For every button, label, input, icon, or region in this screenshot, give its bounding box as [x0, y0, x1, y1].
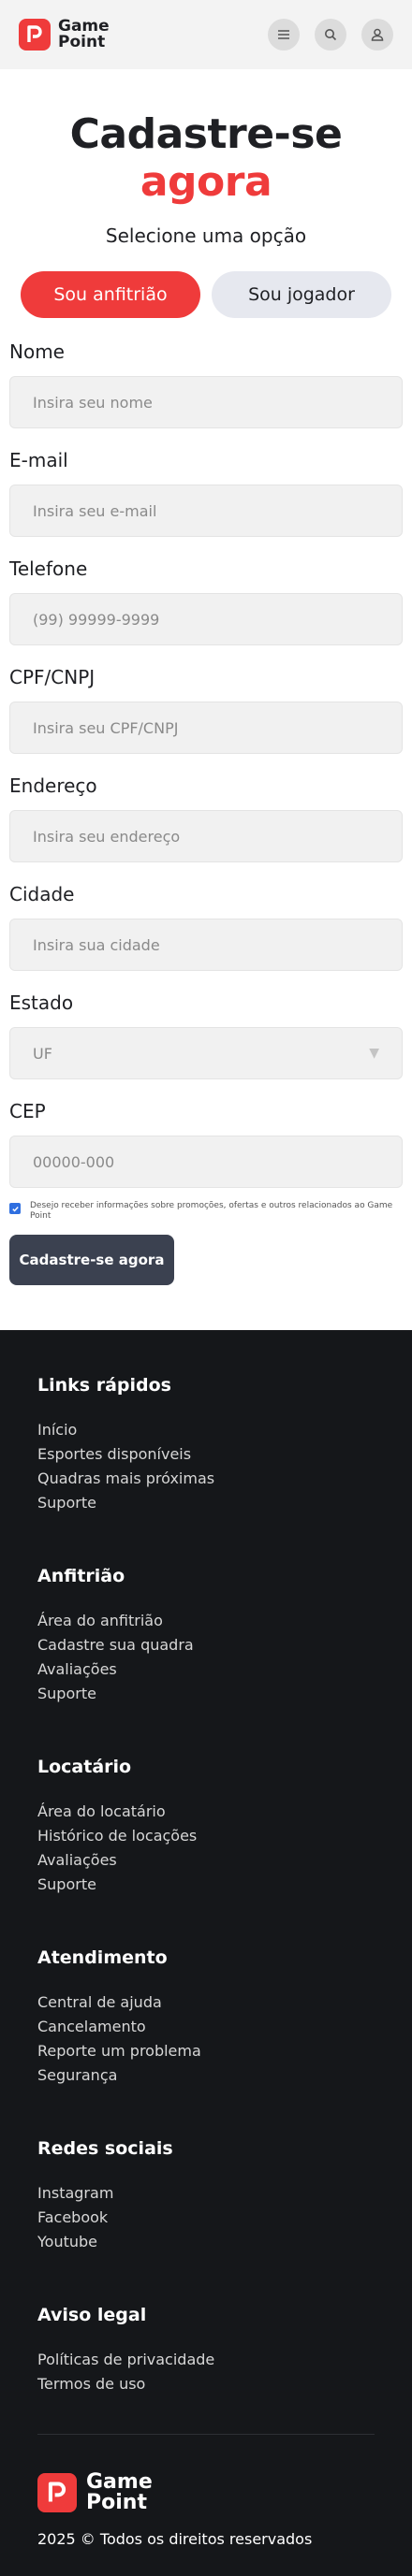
- submit-button[interactable]: Cadastre-se agora: [9, 1235, 174, 1285]
- copyright-text: 2025 © Todos os direitos reservados: [37, 2530, 313, 2548]
- phone-label: Telefone: [9, 557, 88, 580]
- footer-section-support: Atendimento Central de ajuda Cancelament…: [37, 1947, 375, 2088]
- consent-row: Desejo receber informações sobre promoçõ…: [9, 1201, 403, 1222]
- address-field[interactable]: Insira seu endereço: [9, 810, 403, 862]
- footer-section-social: Redes sociais Instagram Facebook Youtube: [37, 2138, 375, 2254]
- document-field[interactable]: Insira seu CPF/CNPJ: [9, 702, 403, 754]
- chevron-down-icon: ▼: [369, 1046, 379, 1061]
- footer-section-legal: Aviso legal Políticas de privacidade Ter…: [37, 2305, 375, 2396]
- footer-link[interactable]: Início: [37, 1418, 375, 1442]
- zip-label: CEP: [9, 1100, 46, 1122]
- footer-link[interactable]: Esportes disponíveis: [37, 1442, 375, 1467]
- footer-link[interactable]: Área do locatário: [37, 1800, 375, 1824]
- logo-wordmark: Game Point: [58, 17, 110, 51]
- state-select[interactable]: UF ▼: [9, 1027, 403, 1079]
- footer-link[interactable]: Avaliações: [37, 1848, 375, 1873]
- footer-link[interactable]: Instagram: [37, 2181, 375, 2206]
- logo-wordmark: Game Point: [86, 2470, 153, 2514]
- site-footer: Links rápidos Início Esportes disponívei…: [0, 1330, 412, 2576]
- brand-logo[interactable]: Game Point: [19, 19, 110, 51]
- footer-divider: [37, 2434, 375, 2435]
- host-option-button[interactable]: Sou anfitrião: [21, 271, 200, 318]
- header-actions: [268, 19, 393, 51]
- footer-logo[interactable]: Game Point: [37, 2472, 375, 2513]
- logo-p-icon: [19, 19, 51, 51]
- footer-link[interactable]: Reporte um problema: [37, 2039, 375, 2063]
- footer-link[interactable]: Cancelamento: [37, 2015, 375, 2039]
- footer-link[interactable]: Quadras mais próximas: [37, 1467, 375, 1491]
- footer-section-title: Aviso legal: [37, 2305, 147, 2325]
- footer-link[interactable]: Suporte: [37, 1491, 375, 1515]
- footer-link[interactable]: Avaliações: [37, 1657, 375, 1682]
- city-label: Cidade: [9, 883, 75, 905]
- email-label: E-mail: [9, 449, 68, 471]
- user-icon[interactable]: [361, 19, 393, 51]
- footer-link[interactable]: Youtube: [37, 2230, 375, 2254]
- state-select-value: UF: [33, 1044, 52, 1063]
- footer-link[interactable]: Termos de uso: [37, 2372, 375, 2396]
- document-label: CPF/CNPJ: [9, 666, 96, 688]
- footer-section-host: Anfitrião Área do anfitrião Cadastre sua…: [37, 1566, 375, 1706]
- phone-field[interactable]: (99) 99999-9999: [9, 593, 403, 645]
- footer-section-title: Locatário: [37, 1757, 132, 1777]
- city-field[interactable]: Insira sua cidade: [9, 919, 403, 971]
- footer-section-title: Anfitrião: [37, 1566, 125, 1586]
- footer-link[interactable]: Facebook: [37, 2206, 375, 2230]
- consent-checkbox[interactable]: [9, 1203, 21, 1214]
- footer-section-title: Redes sociais: [37, 2138, 173, 2159]
- footer-link[interactable]: Central de ajuda: [37, 1990, 375, 2015]
- name-field[interactable]: Insira seu nome: [9, 376, 403, 428]
- top-header: Game Point: [0, 0, 412, 69]
- footer-link[interactable]: Políticas de privacidade: [37, 2348, 375, 2372]
- consent-text: Desejo receber informações sobre promoçõ…: [30, 1201, 393, 1221]
- page-title: Cadastre-se agora: [69, 110, 343, 206]
- footer-link[interactable]: Suporte: [37, 1873, 375, 1897]
- state-label: Estado: [9, 991, 74, 1014]
- footer-link[interactable]: Suporte: [37, 1682, 375, 1706]
- name-label: Nome: [9, 340, 65, 363]
- footer-section-renter: Locatário Área do locatário Histórico de…: [37, 1757, 375, 1897]
- role-toggle: Sou anfitrião Sou jogador: [0, 271, 412, 318]
- menu-icon[interactable]: [268, 19, 300, 51]
- logo-p-icon: [37, 2473, 77, 2512]
- page-subtitle: Selecione uma opção: [105, 224, 307, 247]
- footer-link[interactable]: Cadastre sua quadra: [37, 1633, 375, 1657]
- search-icon[interactable]: [315, 19, 346, 51]
- signup-form: Nome Insira seu nome E-mail Insira seu e…: [0, 340, 412, 1285]
- page-title-accent: agora: [140, 158, 272, 206]
- email-field[interactable]: Insira seu e-mail: [9, 485, 403, 537]
- zip-field[interactable]: 00000-000: [9, 1136, 403, 1188]
- address-label: Endereço: [9, 774, 97, 797]
- footer-link[interactable]: Área do anfitrião: [37, 1609, 375, 1633]
- footer-section-title: Atendimento: [37, 1947, 168, 1968]
- footer-section-title: Links rápidos: [37, 1375, 171, 1396]
- footer-section-quick-links: Links rápidos Início Esportes disponívei…: [37, 1375, 375, 1515]
- footer-link[interactable]: Segurança: [37, 2063, 375, 2088]
- footer-link[interactable]: Histórico de locações: [37, 1824, 375, 1848]
- player-option-button[interactable]: Sou jogador: [212, 271, 391, 318]
